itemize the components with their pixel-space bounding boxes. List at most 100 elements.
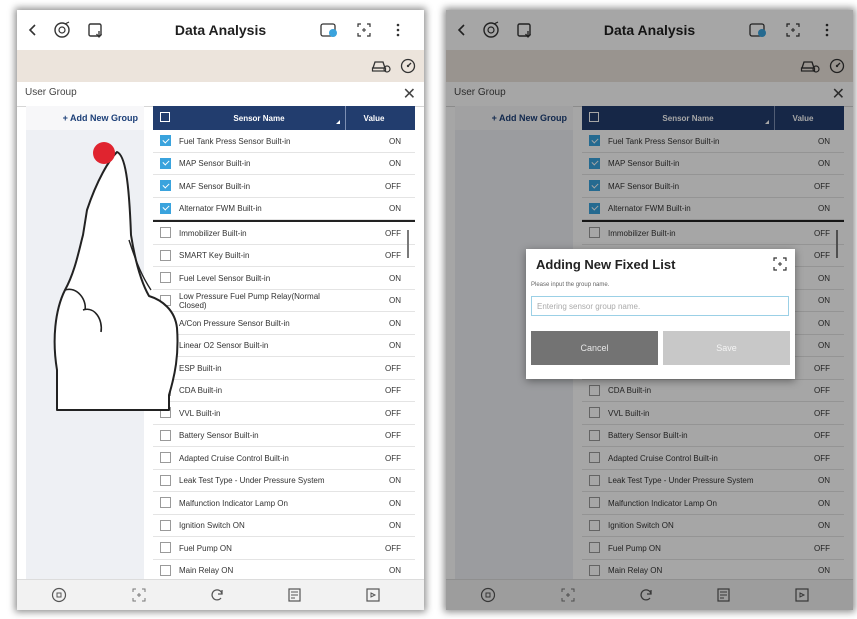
row-checkbox[interactable] bbox=[160, 519, 171, 531]
sensor-value: OFF bbox=[385, 181, 401, 191]
close-icon[interactable]: ✕ bbox=[403, 84, 416, 104]
row-checkbox[interactable] bbox=[160, 542, 171, 553]
row-checkbox[interactable] bbox=[160, 317, 171, 328]
row-checkbox[interactable] bbox=[160, 429, 171, 441]
sensor-name: Immobilizer Built-in bbox=[179, 228, 247, 238]
table-row[interactable]: Main Relay ON ON bbox=[153, 560, 415, 582]
user-group-bar: User Group ✕ bbox=[17, 82, 424, 107]
table-header: Sensor Name Value bbox=[153, 106, 415, 130]
row-checkbox[interactable] bbox=[160, 135, 171, 146]
table-row[interactable]: A/Con Pressure Sensor Built-in ON bbox=[153, 312, 415, 335]
dialog-label: Please input the group name. bbox=[531, 282, 610, 288]
table-row[interactable]: Fuel Level Sensor Built-in ON bbox=[153, 267, 415, 290]
fullscreen-icon[interactable] bbox=[127, 584, 151, 606]
sensor-value: OFF bbox=[385, 431, 401, 440]
sensor-value: OFF bbox=[385, 363, 401, 373]
table-row[interactable]: SMART Key Built-in OFF bbox=[153, 245, 415, 267]
row-checkbox[interactable] bbox=[160, 339, 171, 351]
sensor-value: ON bbox=[389, 566, 401, 575]
row-checkbox[interactable] bbox=[160, 249, 171, 261]
more-vert-icon[interactable] bbox=[392, 17, 404, 43]
sensor-value: OFF bbox=[385, 453, 401, 463]
row-checkbox[interactable] bbox=[160, 202, 171, 214]
row-checkbox[interactable] bbox=[160, 497, 171, 508]
sensor-name: Malfunction Indicator Lamp On bbox=[179, 498, 288, 508]
sensor-name: VVL Built-in bbox=[179, 408, 221, 418]
add-new-group-button[interactable]: + Add New Group bbox=[26, 106, 144, 130]
table-row[interactable]: Linear O2 Sensor Built-in ON bbox=[153, 335, 415, 357]
sensor-name: Linear O2 Sensor Built-in bbox=[179, 341, 269, 350]
tool-bar bbox=[17, 50, 424, 82]
table-row[interactable]: Fuel Pump ON OFF bbox=[153, 537, 415, 560]
cancel-button[interactable]: Cancel bbox=[531, 331, 658, 365]
scrollbar[interactable] bbox=[407, 230, 409, 258]
sensor-name: Fuel Pump ON bbox=[179, 543, 232, 553]
sensor-name: Battery Sensor Built-in bbox=[179, 431, 259, 440]
fullscreen-icon[interactable] bbox=[773, 257, 787, 274]
sensor-value: ON bbox=[389, 136, 401, 146]
gauge-icon[interactable] bbox=[397, 55, 419, 77]
user-group-title: User Group bbox=[25, 87, 77, 98]
select-all-checkbox[interactable] bbox=[160, 112, 170, 122]
sensor-name: A/Con Pressure Sensor Built-in bbox=[179, 318, 290, 328]
record-icon[interactable] bbox=[317, 17, 341, 43]
table-row[interactable]: Leak Test Type - Under Pressure System ON bbox=[153, 470, 415, 492]
row-checkbox[interactable] bbox=[160, 227, 171, 238]
sensor-name: MAP Sensor Built-in bbox=[179, 159, 251, 168]
row-checkbox[interactable] bbox=[160, 157, 171, 169]
car-settings-icon[interactable] bbox=[370, 55, 392, 77]
sensor-table: Sensor Name Value Fuel Tank Press Sensor… bbox=[153, 106, 415, 581]
sensor-value: ON bbox=[389, 476, 401, 485]
sensor-value: ON bbox=[389, 521, 401, 530]
sort-indicator-icon bbox=[336, 120, 340, 124]
refresh-icon[interactable] bbox=[205, 584, 229, 606]
sensor-value: ON bbox=[389, 318, 401, 328]
sensor-name: Low Pressure Fuel Pump Relay(Normal Clos… bbox=[179, 291, 320, 310]
table-body: Fuel Tank Press Sensor Built-in ON MAP Sen… bbox=[153, 130, 415, 581]
row-checkbox[interactable] bbox=[160, 384, 171, 396]
app-bar: Data Analysis bbox=[17, 10, 424, 50]
fullscreen-icon[interactable] bbox=[354, 17, 374, 43]
table-row[interactable]: MAF Sensor Built-in OFF bbox=[153, 175, 415, 198]
sensor-value: OFF bbox=[385, 386, 401, 395]
table-row[interactable]: MAP Sensor Built-in ON bbox=[153, 153, 415, 175]
table-row[interactable]: Immobilizer Built-in OFF bbox=[153, 222, 415, 245]
table-row[interactable]: Battery Sensor Built-in OFF bbox=[153, 425, 415, 447]
table-row[interactable]: Malfunction Indicator Lamp On ON bbox=[153, 492, 415, 515]
sensor-name: CDA Built-in bbox=[179, 386, 223, 395]
home-icon[interactable] bbox=[47, 584, 71, 606]
bottom-toolbar bbox=[17, 579, 424, 610]
save-file-icon[interactable] bbox=[361, 584, 385, 606]
table-row[interactable]: Low Pressure Fuel Pump Relay(Normal Clos… bbox=[153, 290, 415, 312]
table-row[interactable]: Alternator FWM Built-in ON bbox=[153, 198, 415, 220]
column-header-sensor-name[interactable]: Sensor Name bbox=[175, 114, 343, 123]
table-row[interactable]: Ignition Switch ON ON bbox=[153, 515, 415, 537]
column-header-value[interactable]: Value bbox=[345, 114, 403, 123]
row-checkbox[interactable] bbox=[160, 564, 171, 576]
group-name-input[interactable]: Entering sensor group name. bbox=[531, 296, 789, 316]
row-checkbox[interactable] bbox=[160, 452, 171, 463]
sensor-value: ON bbox=[389, 498, 401, 508]
table-row[interactable]: VVL Built-in OFF bbox=[153, 402, 415, 425]
sensor-value: ON bbox=[389, 273, 401, 283]
sensor-name: Fuel Tank Press Sensor Built-in bbox=[179, 136, 291, 146]
list-icon[interactable] bbox=[283, 584, 307, 606]
sensor-value: OFF bbox=[385, 408, 401, 418]
row-checkbox[interactable] bbox=[160, 294, 171, 306]
table-row[interactable]: ESP Built-in OFF bbox=[153, 357, 415, 380]
row-checkbox[interactable] bbox=[160, 272, 171, 283]
row-checkbox[interactable] bbox=[160, 407, 171, 418]
table-row[interactable]: Fuel Tank Press Sensor Built-in ON bbox=[153, 130, 415, 153]
sensor-value: ON bbox=[389, 296, 401, 305]
save-button[interactable]: Save bbox=[663, 331, 790, 365]
add-fixed-list-dialog: Adding New Fixed List Please input the g… bbox=[526, 249, 795, 379]
table-row[interactable]: CDA Built-in OFF bbox=[153, 380, 415, 402]
dialog-title: Adding New Fixed List bbox=[536, 257, 676, 272]
row-checkbox[interactable] bbox=[160, 362, 171, 373]
sensor-name: Ignition Switch ON bbox=[179, 521, 245, 530]
sensor-name: Fuel Level Sensor Built-in bbox=[179, 273, 271, 283]
row-checkbox[interactable] bbox=[160, 180, 171, 191]
table-row[interactable]: Adapted Cruise Control Built-in OFF bbox=[153, 447, 415, 470]
row-checkbox[interactable] bbox=[160, 474, 171, 486]
sensor-value: OFF bbox=[385, 543, 401, 553]
